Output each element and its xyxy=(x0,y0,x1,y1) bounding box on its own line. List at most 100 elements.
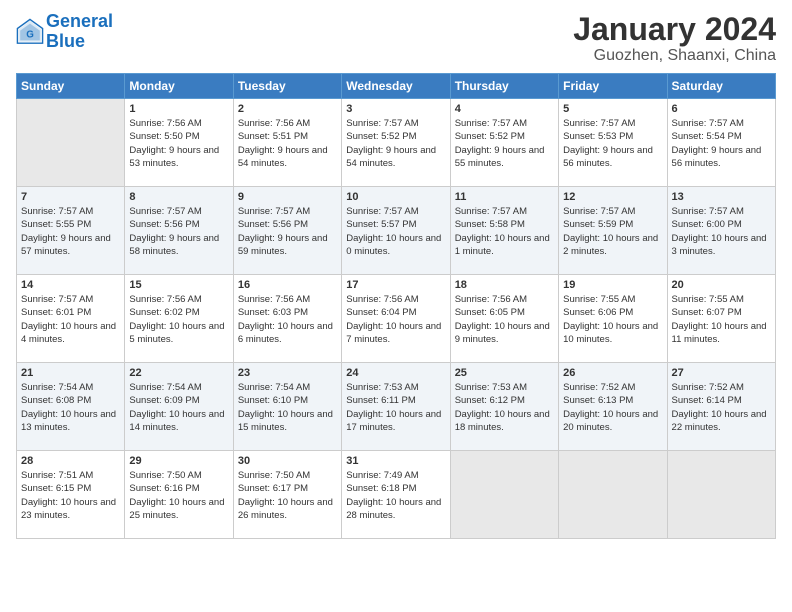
day-detail: Sunrise: 7:56 AMSunset: 6:04 PMDaylight:… xyxy=(346,293,445,346)
calendar-cell: 16 Sunrise: 7:56 AMSunset: 6:03 PMDayligh… xyxy=(233,275,341,363)
day-number: 31 xyxy=(346,455,445,467)
day-detail: Sunrise: 7:54 AMSunset: 6:10 PMDaylight:… xyxy=(238,381,337,434)
header: G General Blue January 2024 Guozhen, Sha… xyxy=(16,12,776,65)
day-detail: Sunrise: 7:52 AMSunset: 6:13 PMDaylight:… xyxy=(563,381,662,434)
calendar-week-row: 14 Sunrise: 7:57 AMSunset: 6:01 PMDayligh… xyxy=(17,275,776,363)
calendar-cell: 1Sunrise: 7:56 AMSunset: 5:50 PMDaylight… xyxy=(125,99,233,187)
logo-text: General Blue xyxy=(46,12,113,52)
weekday-header: Thursday xyxy=(450,74,558,99)
day-detail: Sunrise: 7:55 AMSunset: 6:07 PMDaylight:… xyxy=(672,293,771,346)
day-number: 28 xyxy=(21,455,120,467)
day-detail: Sunrise: 7:57 AMSunset: 5:56 PMDaylight:… xyxy=(129,205,228,258)
weekday-header: Wednesday xyxy=(342,74,450,99)
day-detail: Sunrise: 7:57 AMSunset: 5:59 PMDaylight:… xyxy=(563,205,662,258)
page: G General Blue January 2024 Guozhen, Sha… xyxy=(0,0,792,612)
calendar-cell: 18 Sunrise: 7:56 AMSunset: 6:05 PMDayligh… xyxy=(450,275,558,363)
day-number: 12 xyxy=(563,191,662,203)
logo-icon: G xyxy=(16,18,44,46)
day-number: 11 xyxy=(455,191,554,203)
calendar-cell: 27 Sunrise: 7:52 AMSunset: 6:14 PMDayligh… xyxy=(667,363,775,451)
calendar-cell xyxy=(667,451,775,539)
calendar-cell: 17Sunrise: 7:56 AMSunset: 6:04 PMDayligh… xyxy=(342,275,450,363)
calendar-cell: 12 Sunrise: 7:57 AMSunset: 5:59 PMDayligh… xyxy=(559,187,667,275)
weekday-header: Monday xyxy=(125,74,233,99)
calendar-cell xyxy=(450,451,558,539)
calendar-cell: 24Sunrise: 7:53 AMSunset: 6:11 PMDayligh… xyxy=(342,363,450,451)
day-number: 30 xyxy=(238,455,337,467)
logo-general: General xyxy=(46,11,113,31)
calendar-cell: 10Sunrise: 7:57 AMSunset: 5:57 PMDayligh… xyxy=(342,187,450,275)
title-area: January 2024 Guozhen, Shaanxi, China xyxy=(573,12,776,65)
day-number: 26 xyxy=(563,367,662,379)
calendar-week-row: 21Sunrise: 7:54 AMSunset: 6:08 PMDayligh… xyxy=(17,363,776,451)
day-number: 14 xyxy=(21,279,120,291)
day-number: 27 xyxy=(672,367,771,379)
day-detail: Sunrise: 7:57 AMSunset: 5:55 PMDaylight:… xyxy=(21,205,120,258)
day-detail: Sunrise: 7:50 AMSunset: 6:16 PMDaylight:… xyxy=(129,469,228,522)
day-number: 22 xyxy=(129,367,228,379)
calendar-cell: 13Sunrise: 7:57 AMSunset: 6:00 PMDayligh… xyxy=(667,187,775,275)
subtitle: Guozhen, Shaanxi, China xyxy=(573,47,776,65)
calendar-cell: 3 Sunrise: 7:57 AMSunset: 5:52 PMDaylight… xyxy=(342,99,450,187)
day-detail: Sunrise: 7:57 AMSunset: 5:57 PMDaylight:… xyxy=(346,205,445,258)
day-detail: Sunrise: 7:56 AMSunset: 6:05 PMDaylight:… xyxy=(455,293,554,346)
logo-blue: Blue xyxy=(46,31,85,51)
day-number: 19 xyxy=(563,279,662,291)
day-number: 3 xyxy=(346,103,445,115)
day-number: 29 xyxy=(129,455,228,467)
day-detail: Sunrise: 7:54 AMSunset: 6:08 PMDaylight:… xyxy=(21,381,120,434)
day-detail: Sunrise: 7:54 AMSunset: 6:09 PMDaylight:… xyxy=(129,381,228,434)
day-detail: Sunrise: 7:53 AMSunset: 6:12 PMDaylight:… xyxy=(455,381,554,434)
weekday-header: Sunday xyxy=(17,74,125,99)
day-detail: Sunrise: 7:57 AMSunset: 5:53 PMDaylight:… xyxy=(563,117,662,170)
day-number: 9 xyxy=(238,191,337,203)
weekday-header: Saturday xyxy=(667,74,775,99)
day-detail: Sunrise: 7:57 AMSunset: 5:52 PMDaylight:… xyxy=(346,117,445,170)
weekday-header: Tuesday xyxy=(233,74,341,99)
day-number: 23 xyxy=(238,367,337,379)
svg-text:G: G xyxy=(26,29,34,40)
calendar-week-row: 7Sunrise: 7:57 AMSunset: 5:55 PMDaylight… xyxy=(17,187,776,275)
calendar-cell: 2Sunrise: 7:56 AMSunset: 5:51 PMDaylight… xyxy=(233,99,341,187)
day-detail: Sunrise: 7:57 AMSunset: 5:58 PMDaylight:… xyxy=(455,205,554,258)
day-number: 4 xyxy=(455,103,554,115)
weekday-header: Friday xyxy=(559,74,667,99)
day-number: 18 xyxy=(455,279,554,291)
calendar-cell: 28 Sunrise: 7:51 AMSunset: 6:15 PMDayligh… xyxy=(17,451,125,539)
calendar-header-row: SundayMondayTuesdayWednesdayThursdayFrid… xyxy=(17,74,776,99)
calendar-cell: 21Sunrise: 7:54 AMSunset: 6:08 PMDayligh… xyxy=(17,363,125,451)
calendar-cell: 20 Sunrise: 7:55 AMSunset: 6:07 PMDayligh… xyxy=(667,275,775,363)
day-number: 2 xyxy=(238,103,337,115)
calendar-week-row: 1Sunrise: 7:56 AMSunset: 5:50 PMDaylight… xyxy=(17,99,776,187)
day-detail: Sunrise: 7:57 AMSunset: 5:52 PMDaylight:… xyxy=(455,117,554,170)
day-number: 15 xyxy=(129,279,228,291)
day-number: 24 xyxy=(346,367,445,379)
day-detail: Sunrise: 7:52 AMSunset: 6:14 PMDaylight:… xyxy=(672,381,771,434)
day-detail: Sunrise: 7:51 AMSunset: 6:15 PMDaylight:… xyxy=(21,469,120,522)
day-detail: Sunrise: 7:57 AMSunset: 6:01 PMDaylight:… xyxy=(21,293,120,346)
calendar-cell: 15Sunrise: 7:56 AMSunset: 6:02 PMDayligh… xyxy=(125,275,233,363)
calendar-cell: 23 Sunrise: 7:54 AMSunset: 6:10 PMDayligh… xyxy=(233,363,341,451)
calendar-cell: 19 Sunrise: 7:55 AMSunset: 6:06 PMDayligh… xyxy=(559,275,667,363)
calendar-cell xyxy=(17,99,125,187)
calendar-cell: 25 Sunrise: 7:53 AMSunset: 6:12 PMDayligh… xyxy=(450,363,558,451)
day-number: 6 xyxy=(672,103,771,115)
day-detail: Sunrise: 7:57 AMSunset: 5:54 PMDaylight:… xyxy=(672,117,771,170)
day-number: 1 xyxy=(129,103,228,115)
calendar-cell xyxy=(559,451,667,539)
calendar-week-row: 28 Sunrise: 7:51 AMSunset: 6:15 PMDayligh… xyxy=(17,451,776,539)
day-number: 5 xyxy=(563,103,662,115)
day-number: 25 xyxy=(455,367,554,379)
day-number: 20 xyxy=(672,279,771,291)
day-number: 8 xyxy=(129,191,228,203)
day-detail: Sunrise: 7:56 AMSunset: 6:03 PMDaylight:… xyxy=(238,293,337,346)
calendar-cell: 14 Sunrise: 7:57 AMSunset: 6:01 PMDayligh… xyxy=(17,275,125,363)
calendar-cell: 9Sunrise: 7:57 AMSunset: 5:56 PMDaylight… xyxy=(233,187,341,275)
calendar-cell: 4 Sunrise: 7:57 AMSunset: 5:52 PMDaylight… xyxy=(450,99,558,187)
calendar-cell: 7Sunrise: 7:57 AMSunset: 5:55 PMDaylight… xyxy=(17,187,125,275)
day-detail: Sunrise: 7:55 AMSunset: 6:06 PMDaylight:… xyxy=(563,293,662,346)
day-number: 16 xyxy=(238,279,337,291)
calendar-cell: 22 Sunrise: 7:54 AMSunset: 6:09 PMDayligh… xyxy=(125,363,233,451)
calendar-cell: 8 Sunrise: 7:57 AMSunset: 5:56 PMDaylight… xyxy=(125,187,233,275)
calendar-cell: 29 Sunrise: 7:50 AMSunset: 6:16 PMDayligh… xyxy=(125,451,233,539)
